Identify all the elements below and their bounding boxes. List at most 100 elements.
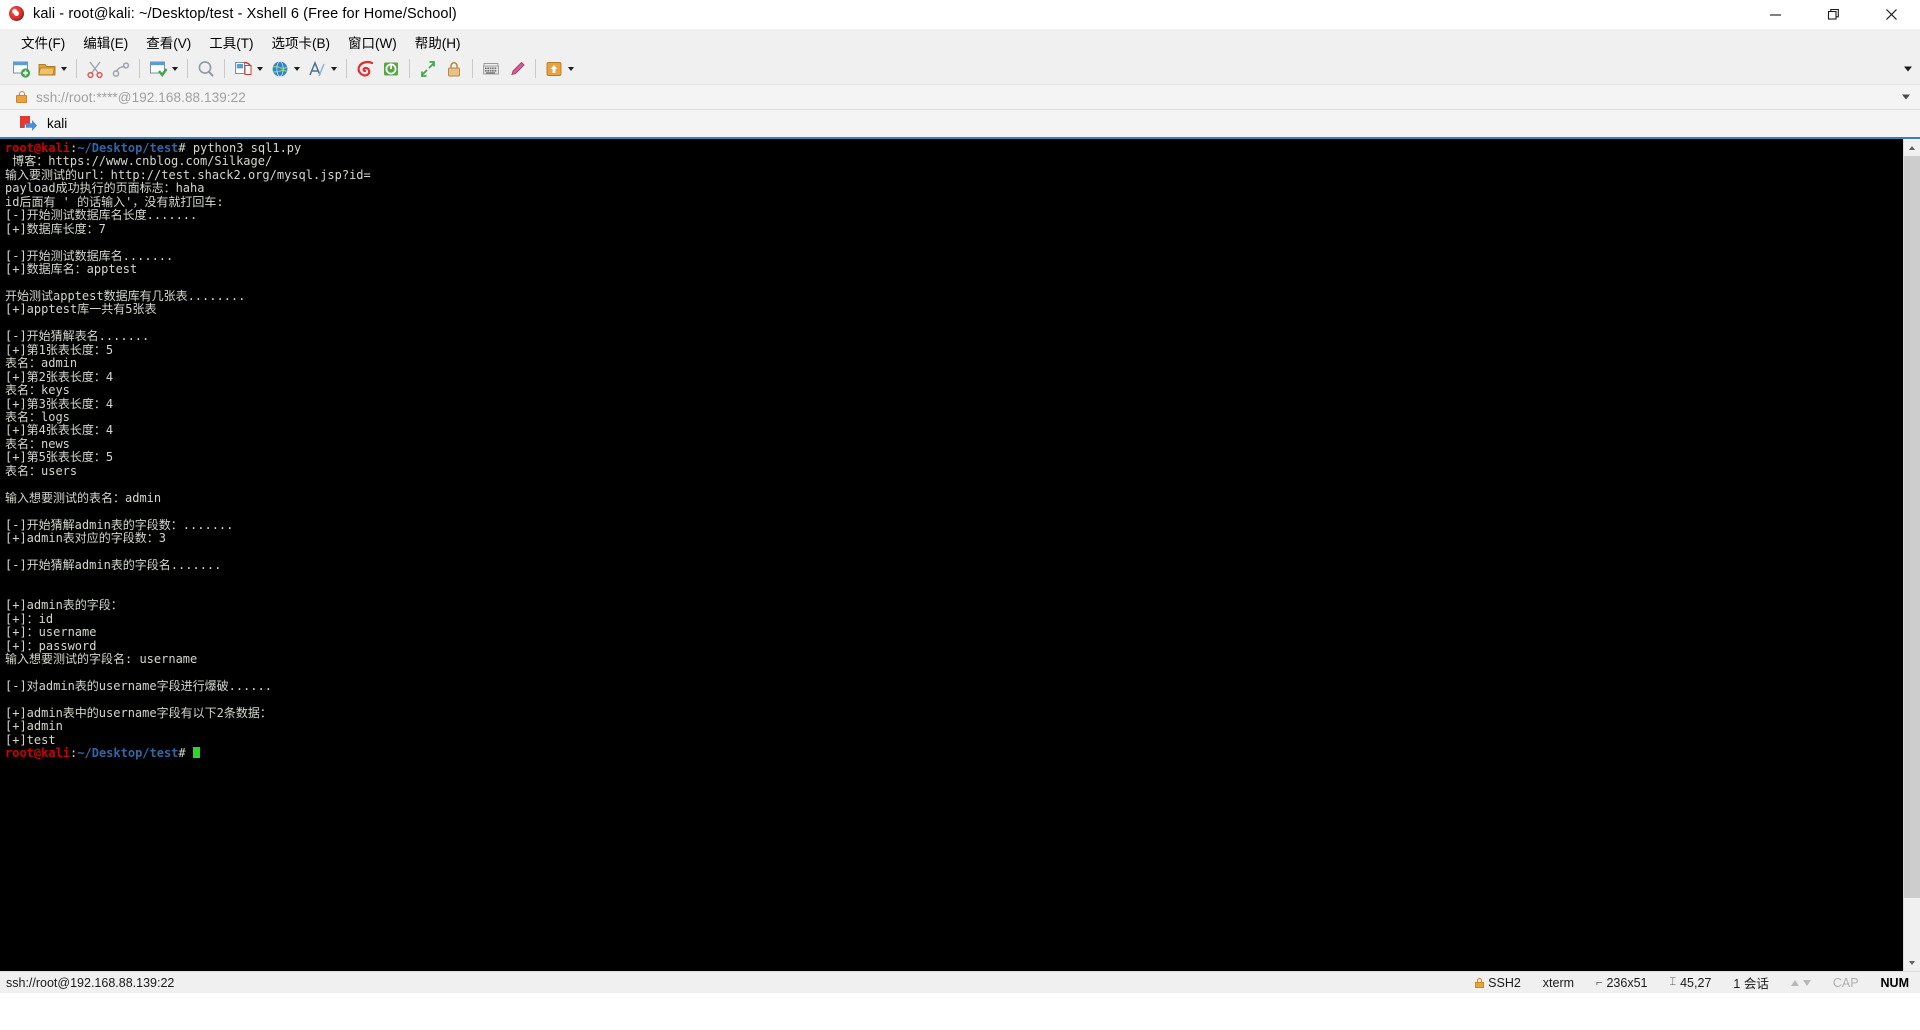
- keyboard-button[interactable]: [478, 56, 504, 82]
- terminal-text: 输入想要测试的表名：admin: [5, 490, 162, 505]
- terminal-line: 输入要测试的url：http://test.shack2.org/mysql.j…: [5, 168, 1903, 182]
- keyboard-icon: [480, 58, 502, 80]
- terminal-text: id后面有 ' 的话输入'，没有就打回车:: [5, 194, 224, 209]
- terminal-line: [+]第4张表长度：4: [5, 424, 1903, 437]
- find-button[interactable]: [193, 56, 219, 82]
- download-arrow-icon: [1802, 979, 1811, 986]
- menu-edit[interactable]: 编辑(E): [74, 30, 137, 54]
- toolbar-separator: [535, 59, 536, 78]
- menu-tools[interactable]: 工具(T): [200, 30, 262, 54]
- open-session-dropdown[interactable]: [58, 58, 69, 80]
- terminal-cursor: [192, 747, 200, 759]
- highlight-button[interactable]: [504, 56, 530, 82]
- menu-window[interactable]: 窗口(W): [339, 30, 406, 54]
- terminal-line: id后面有 ' 的话输入'，没有就打回车:: [5, 194, 1903, 209]
- session-tab-icon: [20, 116, 37, 131]
- terminal-line: [+]admin: [5, 720, 1903, 733]
- fullscreen-button[interactable]: [415, 56, 441, 82]
- terminal-line: 表名：admin: [5, 356, 1903, 371]
- menu-help[interactable]: 帮助(H): [406, 30, 470, 54]
- terminal-line: [+]数据库名：apptest: [5, 262, 1903, 276]
- save-session-dropdown[interactable]: [169, 58, 180, 80]
- minimize-button[interactable]: [1746, 0, 1804, 29]
- terminal-text: 表名：keys: [5, 383, 70, 398]
- terminal-text: [-]对admin表的username字段进行爆破......: [5, 678, 272, 693]
- save-session-button[interactable]: [145, 56, 182, 82]
- terminal-line: [-]开始猜解admin表的字段名.......: [5, 558, 1903, 572]
- terminal-scrollbar[interactable]: [1903, 139, 1920, 971]
- menu-view[interactable]: 查看(V): [137, 30, 200, 54]
- scrollbar-thumb[interactable]: [1904, 156, 1920, 898]
- status-cursor-cell: ⌶ 45,27: [1659, 972, 1723, 994]
- xshell-button[interactable]: [352, 56, 378, 82]
- terminal-text: root@kali: [5, 141, 71, 155]
- file-transfer-dropdown[interactable]: [254, 58, 265, 80]
- scroll-down-button[interactable]: [1904, 954, 1920, 971]
- tab-kali[interactable]: kali: [8, 110, 90, 137]
- toolbar-separator: [346, 59, 347, 78]
- properties-dropdown[interactable]: [565, 58, 576, 80]
- paste-button[interactable]: [108, 56, 134, 82]
- status-cursor-position: 45,27: [1680, 975, 1712, 990]
- web-browser-button[interactable]: [267, 56, 304, 82]
- status-transfer-cell: [1780, 972, 1822, 994]
- toolbar-overflow-button[interactable]: [1904, 66, 1912, 71]
- terminal-line: [-]开始测试数据库名.......: [5, 249, 1903, 263]
- xftp-button[interactable]: [378, 56, 404, 82]
- address-history-dropdown-icon[interactable]: [1902, 94, 1910, 100]
- status-sessions-cell: 1 会话: [1722, 972, 1779, 994]
- terminal-text: 表名：news: [5, 436, 70, 451]
- terminal-text: 表名：admin: [5, 356, 78, 371]
- terminal-text: [-]开始测试数据库名长度.......: [5, 208, 198, 223]
- terminal-text: [+]admin: [5, 719, 63, 734]
- open-session-button[interactable]: [34, 56, 71, 82]
- terminal-text: [+]第1张表长度：5: [5, 342, 114, 357]
- terminal-text: root@kali: [5, 746, 71, 761]
- address-bar[interactable]: ssh://root:****@192.168.88.139:22: [0, 85, 1920, 110]
- terminal-line: [+]第2张表长度：4: [5, 370, 1903, 384]
- menu-file[interactable]: 文件(F): [12, 30, 74, 54]
- terminal-line: 开始测试apptest数据库有几张表........: [5, 289, 1903, 303]
- terminal-text: [-]开始猜解表名.......: [5, 329, 150, 344]
- terminal-text: [+]数据库长度：7: [5, 221, 106, 236]
- font-size-dropdown[interactable]: [328, 58, 339, 80]
- terminal-line: [+]admin表的字段：: [5, 599, 1903, 612]
- properties-button[interactable]: [541, 56, 578, 82]
- terminal-line: [+]第5张表长度：5: [5, 451, 1903, 464]
- terminal-line: [+]：username: [5, 625, 1903, 640]
- font-size-button[interactable]: [304, 56, 341, 82]
- secure-lock-icon: [1475, 977, 1485, 988]
- terminal-text: [+]第5张表长度：5: [5, 450, 114, 465]
- menu-bar: 文件(F) 编辑(E) 查看(V) 工具(T) 选项卡(B) 窗口(W) 帮助(…: [0, 29, 1920, 53]
- lock-session-button[interactable]: [441, 56, 467, 82]
- upload-arrow-icon: [1790, 979, 1799, 986]
- status-caps-lock: CAP: [1832, 975, 1859, 990]
- menu-tabs[interactable]: 选项卡(B): [263, 30, 340, 54]
- maximize-button[interactable]: [1804, 0, 1862, 29]
- resize-glyph-icon: ⌐: [1596, 976, 1603, 989]
- terminal-area: root@kali:~/Desktop/test# python3 sql1.p…: [0, 139, 1920, 971]
- terminal-text: payload成功执行的页面标志：haha: [5, 181, 205, 196]
- terminal-text: [+]：username: [5, 625, 97, 640]
- terminal-line: 表名：keys: [5, 383, 1903, 398]
- file-transfer-button[interactable]: [230, 56, 267, 82]
- xshell-app-icon: [9, 6, 25, 22]
- cut-button[interactable]: [82, 56, 108, 82]
- new-session-button[interactable]: [8, 56, 34, 82]
- terminal-output[interactable]: root@kali:~/Desktop/test# python3 sql1.p…: [0, 139, 1903, 971]
- address-input[interactable]: ssh://root:****@192.168.88.139:22: [36, 90, 246, 105]
- terminal-text: [+]：password: [5, 638, 97, 653]
- scrollbar-track[interactable]: [1904, 156, 1920, 954]
- xshell-red-icon: [354, 58, 376, 80]
- terminal-text: [+]admin表对应的字段数：3: [5, 531, 167, 546]
- web-browser-dropdown[interactable]: [291, 58, 302, 80]
- scroll-up-button[interactable]: [1904, 139, 1920, 156]
- new-session-icon: [10, 58, 32, 80]
- terminal-line: [-]对admin表的username字段进行爆破......: [5, 678, 1903, 693]
- status-connection: ssh://root@192.168.88.139:22: [6, 975, 175, 990]
- close-button[interactable]: [1862, 0, 1920, 29]
